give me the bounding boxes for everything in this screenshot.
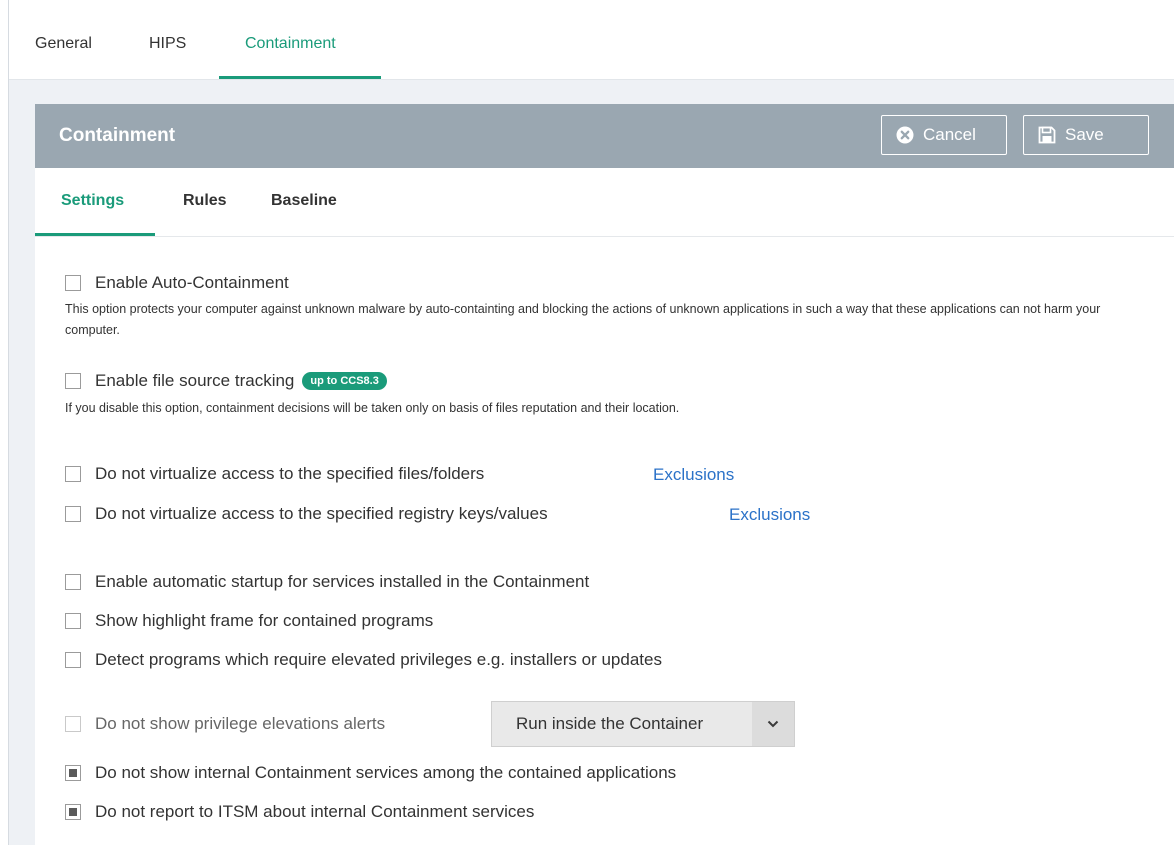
- tab-containment[interactable]: Containment: [245, 35, 336, 53]
- file-source-tracking-description: If you disable this option, containment …: [65, 401, 680, 415]
- panel-title: Containment: [59, 125, 176, 146]
- cancel-button[interactable]: Cancel: [881, 115, 1007, 155]
- hide-internal-services-checkbox[interactable]: [65, 765, 81, 781]
- detect-elevated-label: Detect programs which require elevated p…: [95, 650, 662, 669]
- files-exclusions-link[interactable]: Exclusions: [653, 465, 734, 485]
- hide-internal-services-label: Do not show internal Containment service…: [95, 763, 677, 782]
- active-tab-indicator: [219, 76, 381, 79]
- no-privilege-alerts-label: Do not show privilege elevations alerts: [95, 714, 386, 733]
- no-virtualize-registry-label: Do not virtualize access to the specifie…: [95, 504, 548, 523]
- option-no-virtualize-files: Do not virtualize access to the specifie…: [65, 464, 484, 484]
- sub-tab-bar: Settings Rules Baseline: [35, 168, 1174, 237]
- tab-settings[interactable]: Settings: [61, 192, 124, 210]
- option-detect-elevated: Detect programs which require elevated p…: [65, 650, 662, 670]
- tab-hips[interactable]: HIPS: [149, 35, 186, 53]
- option-auto-containment: Enable Auto-Containment: [65, 273, 289, 293]
- registry-exclusions-link[interactable]: Exclusions: [729, 505, 810, 525]
- containment-panel: Containment Cancel Save Settings Rules B…: [35, 104, 1174, 845]
- settings-frame: General HIPS Containment Containment Can…: [8, 0, 1174, 845]
- auto-startup-services-label: Enable automatic startup for services in…: [95, 572, 590, 591]
- auto-startup-services-checkbox[interactable]: [65, 574, 81, 590]
- option-no-report-itsm: Do not report to ITSM about internal Con…: [65, 802, 534, 822]
- option-no-privilege-alerts: Do not show privilege elevations alerts: [65, 714, 385, 734]
- file-source-tracking-checkbox[interactable]: [65, 373, 81, 389]
- active-subtab-indicator: [35, 233, 155, 236]
- auto-containment-description: This option protects your computer again…: [65, 302, 1101, 337]
- no-virtualize-files-label: Do not virtualize access to the specifie…: [95, 464, 485, 483]
- privilege-alert-action-select[interactable]: Run inside the Container: [491, 701, 795, 747]
- top-tab-bar: General HIPS Containment: [9, 0, 1174, 80]
- detect-elevated-checkbox[interactable]: [65, 652, 81, 668]
- auto-containment-checkbox[interactable]: [65, 275, 81, 291]
- panel-header: Containment Cancel Save: [35, 104, 1174, 168]
- save-label: Save: [1065, 125, 1104, 144]
- option-file-source-tracking: Enable file source tracking up to CCS8.3: [65, 371, 387, 391]
- highlight-frame-checkbox[interactable]: [65, 613, 81, 629]
- option-hide-internal-services: Do not show internal Containment service…: [65, 763, 676, 783]
- floppy-disk-icon: [1038, 126, 1056, 144]
- option-no-virtualize-registry: Do not virtualize access to the specifie…: [65, 504, 548, 524]
- tab-baseline[interactable]: Baseline: [271, 192, 337, 210]
- option-highlight-frame: Show highlight frame for contained progr…: [65, 611, 433, 631]
- cancel-label: Cancel: [923, 125, 976, 144]
- cancel-icon: [896, 126, 914, 144]
- option-auto-startup-services: Enable automatic startup for services in…: [65, 572, 589, 592]
- tab-rules[interactable]: Rules: [183, 192, 227, 210]
- chevron-down-icon[interactable]: [752, 702, 794, 746]
- version-badge: up to CCS8.3: [302, 372, 387, 390]
- no-report-itsm-label: Do not report to ITSM about internal Con…: [95, 802, 535, 821]
- save-button[interactable]: Save: [1023, 115, 1149, 155]
- tab-general[interactable]: General: [35, 35, 92, 53]
- no-report-itsm-checkbox[interactable]: [65, 804, 81, 820]
- file-source-tracking-label: Enable file source tracking: [95, 371, 295, 390]
- highlight-frame-label: Show highlight frame for contained progr…: [95, 611, 434, 630]
- no-virtualize-files-checkbox[interactable]: [65, 466, 81, 482]
- auto-containment-label: Enable Auto-Containment: [95, 273, 289, 292]
- no-virtualize-registry-checkbox[interactable]: [65, 506, 81, 522]
- select-value: Run inside the Container: [516, 714, 704, 733]
- no-privilege-alerts-checkbox[interactable]: [65, 716, 81, 732]
